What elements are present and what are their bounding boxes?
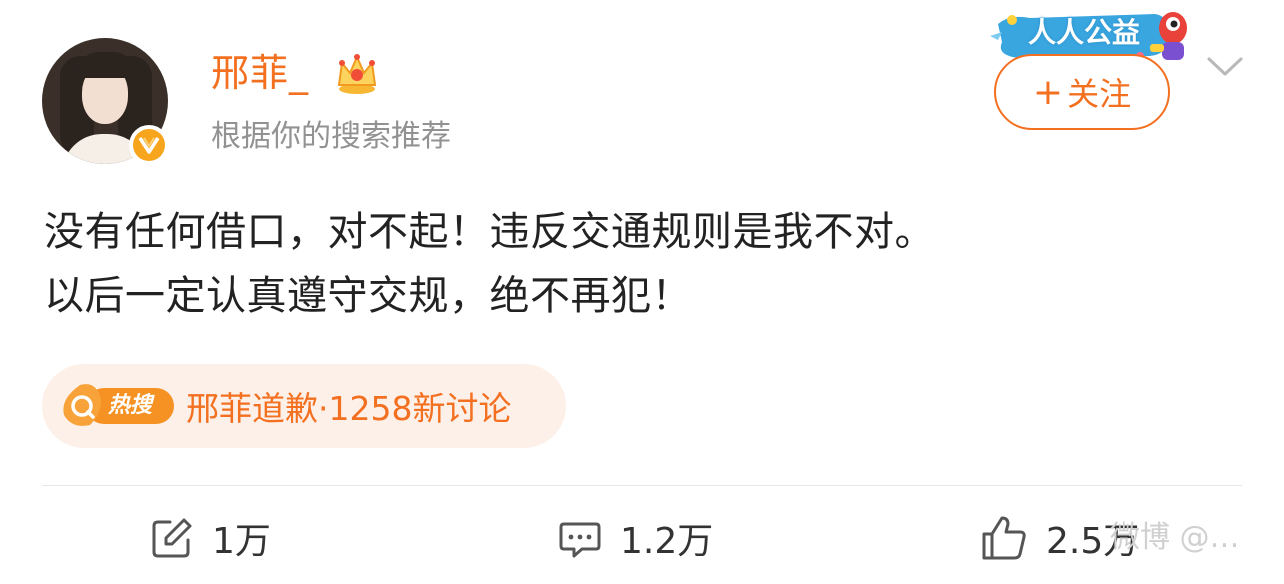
thumbs-up-icon — [982, 516, 1026, 560]
hot-search-badge: 热搜 — [60, 381, 176, 431]
verified-badge-icon — [129, 125, 169, 165]
follow-button-label: 关注 — [1067, 75, 1132, 113]
comment-icon — [559, 522, 601, 558]
author-name[interactable]: 邢菲_ — [211, 48, 309, 98]
chevron-down-icon[interactable] — [1206, 54, 1244, 80]
divider — [42, 485, 1242, 486]
repost-button[interactable]: 1万 — [150, 512, 271, 564]
hot-search-topic[interactable]: 热搜 邢菲道歉·1258新讨论 — [42, 364, 566, 448]
post-body: 没有任何借口，对不起！违反交通规则是我不对。 以后一定认真遵守交规，绝不再犯！ — [44, 200, 1244, 328]
comment-button[interactable]: 1.2万 — [558, 512, 713, 564]
hot-search-badge-label: 热搜 — [108, 393, 153, 418]
hot-topic-text: 邢菲道歉·1258新讨论 — [186, 389, 512, 428]
comment-count: 1.2万 — [620, 521, 714, 562]
plus-icon: + — [1032, 71, 1064, 113]
crown-icon — [334, 51, 380, 95]
recommendation-reason: 根据你的搜索推荐 — [211, 119, 451, 154]
repost-icon — [152, 518, 192, 558]
watermark: 微博 @… — [1110, 520, 1240, 555]
post-line: 没有任何借口，对不起！违反交通规则是我不对。 — [44, 209, 935, 255]
charity-badge-label: 人人公益 — [1028, 16, 1141, 49]
post-line: 以后一定认真遵守交规，绝不再犯！ — [44, 273, 692, 319]
repost-count: 1万 — [212, 521, 271, 562]
follow-button[interactable]: + 关注 — [994, 54, 1170, 130]
